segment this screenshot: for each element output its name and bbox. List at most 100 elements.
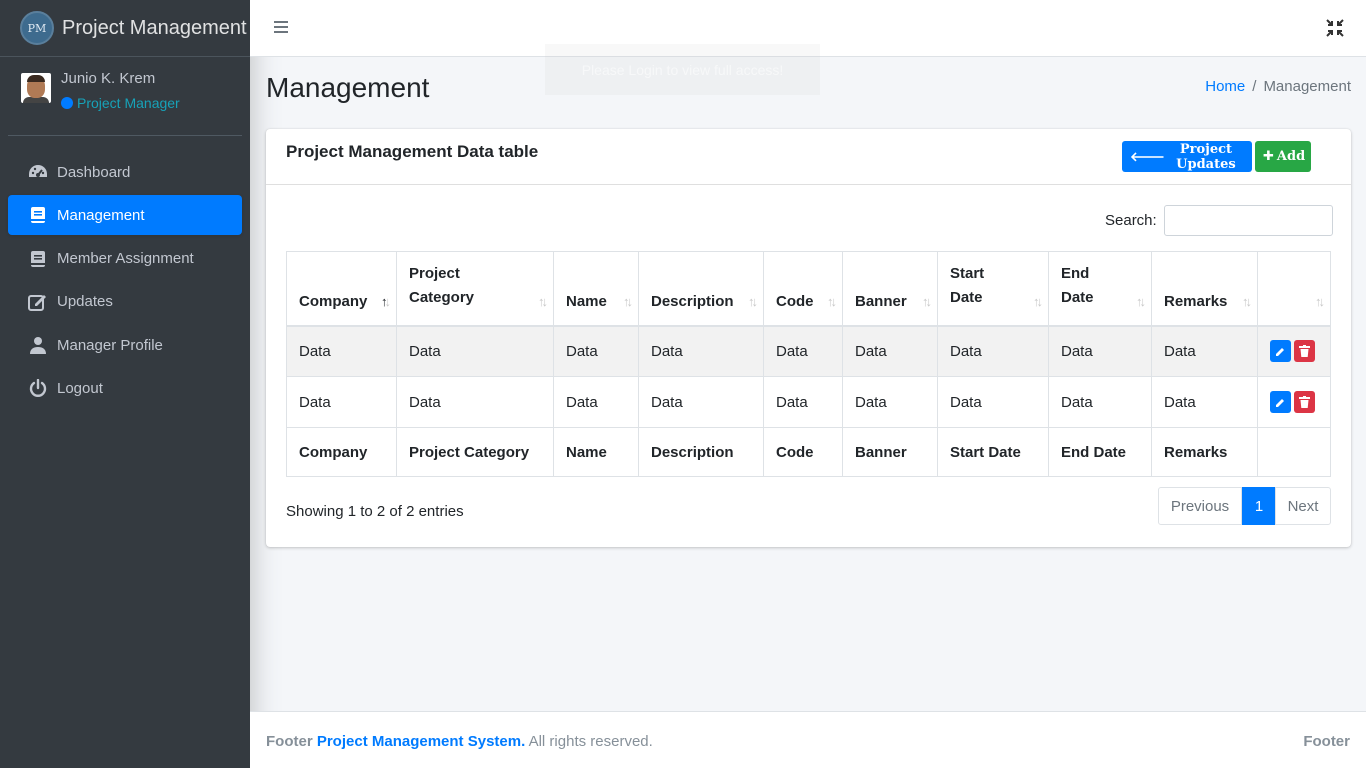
table-cell: Data [1151,325,1258,377]
column-header-remarks[interactable]: Remarks ↑↓ [1151,251,1258,327]
toast-message: Please Login to view full access! [545,44,820,95]
delete-button[interactable] [1294,340,1315,363]
sidebar-item-label: Management [57,206,145,224]
sort-icon: ↑↓ [1315,293,1325,309]
column-header-description[interactable]: Description ↑↓ [638,251,764,327]
table-info: Showing 1 to 2 of 2 entries [286,503,464,520]
edit-button[interactable] [1270,340,1291,363]
column-header-project-category[interactable]: Project Category ↑↓ [396,251,554,327]
sidebar-item-label: Manager Profile [57,336,163,354]
column-header-banner[interactable]: Banner ↑↓ [842,251,938,327]
card-header: Project Management Data table 🡐 Project U… [266,129,1351,185]
table-cell: Data [286,376,397,428]
sidebar-item-label: Updates [57,293,113,311]
search-label: Search: [1105,212,1157,229]
sidebar-item-member-assignment[interactable]: Member Assignment [8,239,242,279]
sidebar-item-management[interactable]: Management [8,195,242,236]
column-footer: Company [286,427,397,477]
table-row: Data Data Data Data Data Data Data Data … [286,325,1331,377]
table-row: Data Data Data Data Data Data Data Data … [286,376,1331,428]
column-footer: Start Date [937,427,1049,477]
footer-link[interactable]: Project Management System. [317,733,525,750]
table-cell: Data [1048,376,1152,428]
table-cell: Data [396,376,554,428]
page-title: Management [266,72,430,103]
table-cell: Data [1151,376,1258,428]
table-cell: Data [937,376,1049,428]
column-header-start-date[interactable]: Start Date ↑↓ [937,251,1049,327]
pagination-previous[interactable]: Previous [1158,487,1242,525]
avatar[interactable] [21,73,51,103]
sort-icon: ↑↓ [1242,293,1252,309]
sidebar: PM Project Management Junio K. Krem Proj… [0,0,250,768]
compress-icon[interactable] [1326,19,1344,37]
data-table: Company ↑↓ Project Category ↑↓ Name ↑↓ Desc… [286,251,1331,477]
plus-icon: ✚ [1263,149,1274,164]
column-footer: End Date [1048,427,1152,477]
sort-icon: ↑↓ [922,293,932,309]
breadcrumb-home-link[interactable]: Home [1205,78,1245,95]
book-icon [27,249,49,269]
column-header-code[interactable]: Code ↑↓ [763,251,843,327]
sort-icon: ↑↓ [827,293,837,309]
footer-copyright: Footer Project Management System. All ri… [266,733,653,750]
user-name[interactable]: Junio K. Krem [61,70,155,87]
table-cell: Data [638,376,764,428]
column-footer: Code [763,427,843,477]
table-cell: Data [396,325,554,377]
sidebar-item-manager-profile[interactable]: Manager Profile [8,325,242,365]
delete-button[interactable] [1294,391,1315,413]
brand-name: Project Management [62,16,247,39]
table-cell: Data [638,325,764,377]
table-footer-row: Company Project Category Name Descriptio… [286,427,1331,477]
edit-icon [27,292,49,312]
table-cell: Data [553,376,639,428]
table-cell: Data [553,325,639,377]
table-cell: Data [842,376,938,428]
edit-button[interactable] [1270,391,1291,413]
breadcrumb-current: Management [1263,78,1351,95]
project-updates-button[interactable]: 🡐 Project Updates [1122,141,1252,172]
table-cell: Data [842,325,938,377]
column-header-company[interactable]: Company ↑↓ [286,251,397,327]
sidebar-item-label: Logout [57,379,103,397]
table-cell: Data [937,325,1049,377]
column-footer: Banner [842,427,938,477]
table-actions-cell [1257,325,1331,377]
sidebar-item-dashboard[interactable]: Dashboard [8,152,242,192]
pagination: Previous 1 Next [1158,487,1331,525]
menu-toggle-icon[interactable] [274,21,288,35]
sidebar-item-label: Dashboard [57,163,131,181]
search-input[interactable] [1163,205,1333,236]
card-title: Project Management Data table [286,142,539,161]
table-cell: Data [286,325,397,377]
user-panel: Junio K. Krem Project Manager [8,57,242,136]
page-footer: Footer Project Management System. All ri… [250,711,1366,768]
breadcrumb: Home / Management [1205,78,1351,95]
table-cell: Data [763,376,843,428]
column-footer: Remarks [1151,427,1258,477]
sidebar-nav: Dashboard Management Member Assignment U… [8,152,242,412]
sidebar-item-logout[interactable]: Logout [8,368,242,408]
column-footer: Name [553,427,639,477]
sidebar-item-updates[interactable]: Updates [8,282,242,322]
user-icon [27,335,49,355]
arrow-left-icon: 🡐 [1130,149,1165,165]
book-icon [27,205,49,225]
pagination-next[interactable]: Next [1275,487,1331,525]
tachometer-icon [27,162,49,182]
sort-icon: ↑↓ [1136,293,1146,309]
column-footer [1257,427,1331,477]
status-dot-icon [61,97,73,109]
pagination-page-1[interactable]: 1 [1242,487,1276,525]
add-button[interactable]: ✚ Add [1255,141,1311,172]
sidebar-item-label: Member Assignment [57,250,194,268]
brand-link[interactable]: PM Project Management [0,0,250,57]
column-footer: Description [638,427,764,477]
column-header-name[interactable]: Name ↑↓ [553,251,639,327]
brand-logo: PM [20,11,54,45]
column-header-end-date[interactable]: End Date ↑↓ [1048,251,1152,327]
column-footer: Project Category [396,427,554,477]
footer-right-text: Footer [1303,733,1350,750]
column-header-actions[interactable]: ↑↓ [1257,251,1331,327]
